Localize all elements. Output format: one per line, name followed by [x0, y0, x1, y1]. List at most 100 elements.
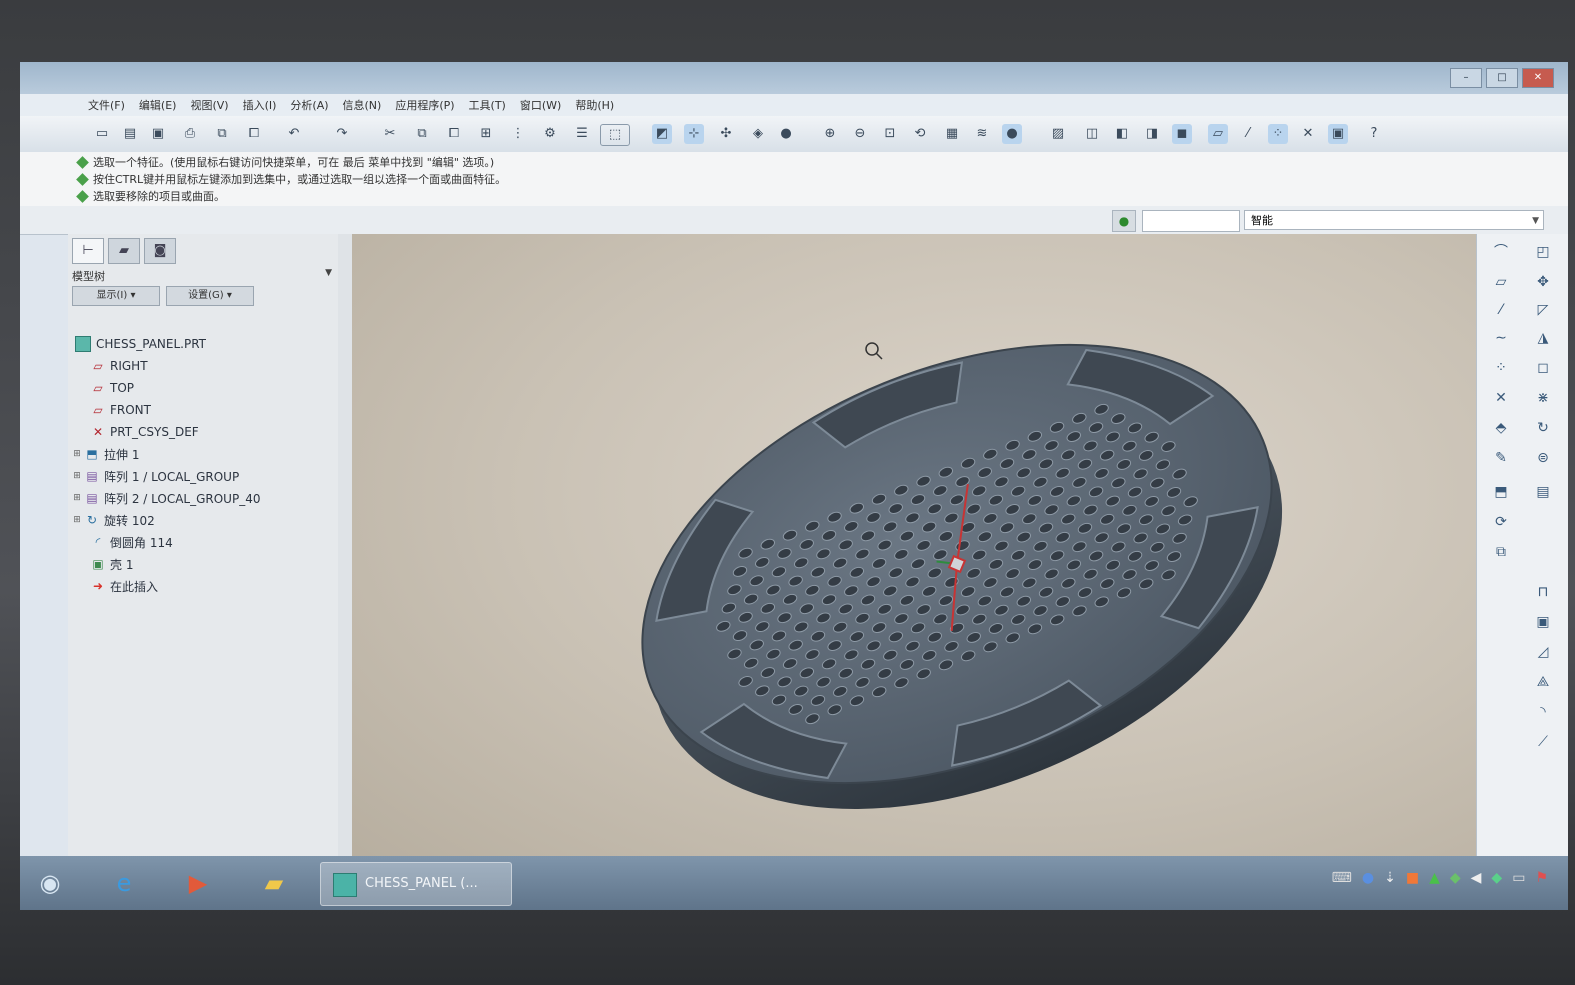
flag-icon[interactable]: ⚑: [1535, 870, 1548, 886]
regenerate-manager-icon[interactable]: ☰: [572, 124, 592, 144]
model-tree-tab[interactable]: ⊢: [72, 238, 104, 264]
regeneration-status-icon[interactable]: ●: [1112, 210, 1136, 232]
expand-icon[interactable]: ⊞: [72, 471, 82, 481]
keyboard-icon[interactable]: ⌨: [1332, 870, 1352, 886]
pattern-tool-icon[interactable]: ⋮: [508, 124, 528, 144]
display-style-icon[interactable]: ●: [1002, 124, 1022, 144]
csys-icon[interactable]: ✕: [1298, 124, 1318, 144]
settings-button[interactable]: 设置(G) ▾: [166, 286, 254, 306]
zoom-out-icon[interactable]: ⊖: [850, 124, 870, 144]
taskbar-window-button[interactable]: CHESS_PANEL (...: [320, 862, 512, 906]
datum-axes-icon[interactable]: ⁄: [1238, 124, 1258, 144]
folder-browser-tab[interactable]: ▰: [108, 238, 140, 264]
no-hidden-icon[interactable]: ◧: [1112, 124, 1132, 144]
paste-icon[interactable]: ⧠: [244, 124, 264, 144]
selection-filter-dropdown[interactable]: 智能 ▼: [1244, 210, 1544, 230]
security-icon[interactable]: ■: [1406, 870, 1419, 886]
expand-icon[interactable]: ⊞: [72, 449, 82, 459]
regenerate-icon[interactable]: ⚙: [540, 124, 560, 144]
tree-node-right[interactable]: ▱ RIGHT: [88, 356, 147, 376]
orient-icon[interactable]: ✣: [716, 124, 736, 144]
round-tool-icon[interactable]: ◻: [1533, 358, 1553, 378]
open-icon[interactable]: ▤: [120, 124, 140, 144]
reorient-icon[interactable]: ⟲: [910, 124, 930, 144]
expand-icon[interactable]: ⊞: [72, 493, 82, 503]
tree-node-shell[interactable]: ▣ 壳 1: [88, 554, 133, 574]
pattern-tool-icon[interactable]: ⟁: [1533, 672, 1553, 692]
curve-tool-icon[interactable]: ∼: [1491, 328, 1511, 348]
rib-tool-icon[interactable]: ◸: [1533, 300, 1553, 320]
shell-tool-icon[interactable]: ✥: [1533, 272, 1553, 292]
shading-icon[interactable]: ◨: [1142, 124, 1162, 144]
tree-node-insert-here[interactable]: ➜ 在此插入: [88, 576, 158, 596]
cut-icon[interactable]: ✂: [380, 124, 400, 144]
offset-tool-icon[interactable]: ◝: [1533, 702, 1553, 722]
appearance-icon[interactable]: ●: [776, 124, 796, 144]
shaded-icon[interactable]: ◼: [1172, 124, 1192, 144]
menu-insert[interactable]: 插入(I): [243, 97, 277, 113]
undo-icon[interactable]: ↶: [284, 124, 304, 144]
tree-node-revolve[interactable]: ⊞ ↻ 旋转 102: [72, 510, 155, 530]
chamfer-tool-icon[interactable]: ⋇: [1533, 388, 1553, 408]
zoom-in-icon[interactable]: ⊕: [820, 124, 840, 144]
datum-points-icon[interactable]: ⁘: [1268, 124, 1288, 144]
explorer-icon[interactable]: ▰: [254, 864, 294, 902]
help-icon[interactable]: ●: [1362, 870, 1374, 886]
minimize-button[interactable]: –: [1450, 68, 1482, 88]
layer-icon[interactable]: ≋: [972, 124, 992, 144]
copy2-icon[interactable]: ⧉: [412, 124, 432, 144]
axis-tool-icon[interactable]: ⁄: [1491, 300, 1511, 320]
volume-icon[interactable]: ◀: [1471, 870, 1482, 886]
menu-edit[interactable]: 编辑(E): [139, 97, 177, 113]
blend-tool-icon[interactable]: ▤: [1533, 482, 1553, 502]
datum-plane-tool-icon[interactable]: ⌒: [1491, 242, 1511, 262]
favorites-tab[interactable]: ◙: [144, 238, 176, 264]
tree-node-pattern-1[interactable]: ⊞ ▤ 阵列 1 / LOCAL_GROUP: [72, 466, 239, 486]
select-icon[interactable]: ⬚: [600, 124, 630, 146]
merge-tool-icon[interactable]: ▣: [1533, 612, 1553, 632]
usb-icon[interactable]: ⇣: [1384, 870, 1396, 886]
close-button[interactable]: ✕: [1522, 68, 1554, 88]
datum-planes-icon[interactable]: ▱: [1208, 124, 1228, 144]
input-method-icon[interactable]: ◆: [1491, 870, 1502, 886]
view-manager-icon[interactable]: ◈: [748, 124, 768, 144]
print-icon[interactable]: ⎙: [180, 124, 200, 144]
point-tool-icon[interactable]: ⁘: [1491, 358, 1511, 378]
panel-splitter[interactable]: [338, 234, 352, 884]
tree-node-pattern-2[interactable]: ⊞ ▤ 阵列 2 / LOCAL_GROUP_40: [72, 488, 260, 508]
tree-node-front[interactable]: ▱ FRONT: [88, 400, 151, 420]
revolve-tool-icon[interactable]: ↻: [1533, 418, 1553, 438]
start-icon[interactable]: ◉: [30, 864, 70, 902]
tree-node-root[interactable]: CHESS_PANEL.PRT: [72, 334, 206, 354]
menu-tools[interactable]: 工具(T): [469, 97, 506, 113]
graphics-viewport[interactable]: [352, 234, 1476, 884]
network-icon[interactable]: ◆: [1450, 870, 1461, 886]
help-icon[interactable]: ?: [1364, 124, 1384, 144]
extrude-tool-icon[interactable]: ⬒: [1491, 482, 1511, 502]
menu-help[interactable]: 帮助(H): [575, 97, 614, 113]
variable-sweep-icon[interactable]: ⧉: [1491, 542, 1511, 562]
copy-icon[interactable]: ⧉: [212, 124, 232, 144]
menu-info[interactable]: 信息(N): [343, 97, 382, 113]
menu-analysis[interactable]: 分析(A): [290, 97, 328, 113]
trim-tool-icon[interactable]: ◿: [1533, 642, 1553, 662]
tree-node-top[interactable]: ▱ TOP: [88, 378, 134, 398]
annotation-icon[interactable]: ▣: [1328, 124, 1348, 144]
view-display-icon[interactable]: ◩: [652, 124, 672, 144]
menu-file[interactable]: 文件(F): [88, 97, 125, 113]
plane-tool-icon[interactable]: ▱: [1491, 272, 1511, 292]
menu-applications[interactable]: 应用程序(P): [395, 97, 454, 113]
media-player-icon[interactable]: ▶: [178, 864, 218, 902]
save-icon[interactable]: ▣: [148, 124, 168, 144]
tree-node-extrude[interactable]: ⊞ ⬒ 拉伸 1: [72, 444, 139, 464]
maximize-button[interactable]: □: [1486, 68, 1518, 88]
hidden-line-icon[interactable]: ◫: [1082, 124, 1102, 144]
chevron-down-icon[interactable]: ▼: [325, 268, 332, 278]
menu-view[interactable]: 视图(V): [190, 97, 228, 113]
new-icon[interactable]: ▭: [92, 124, 112, 144]
tree-node-round[interactable]: ◜ 倒圆角 114: [88, 532, 173, 552]
sweep-tool-icon[interactable]: ⊜: [1533, 448, 1553, 468]
spin-center-icon[interactable]: ⊹: [684, 124, 704, 144]
ie-icon[interactable]: e: [104, 864, 144, 902]
show-button[interactable]: 显示(I) ▾: [72, 286, 160, 306]
